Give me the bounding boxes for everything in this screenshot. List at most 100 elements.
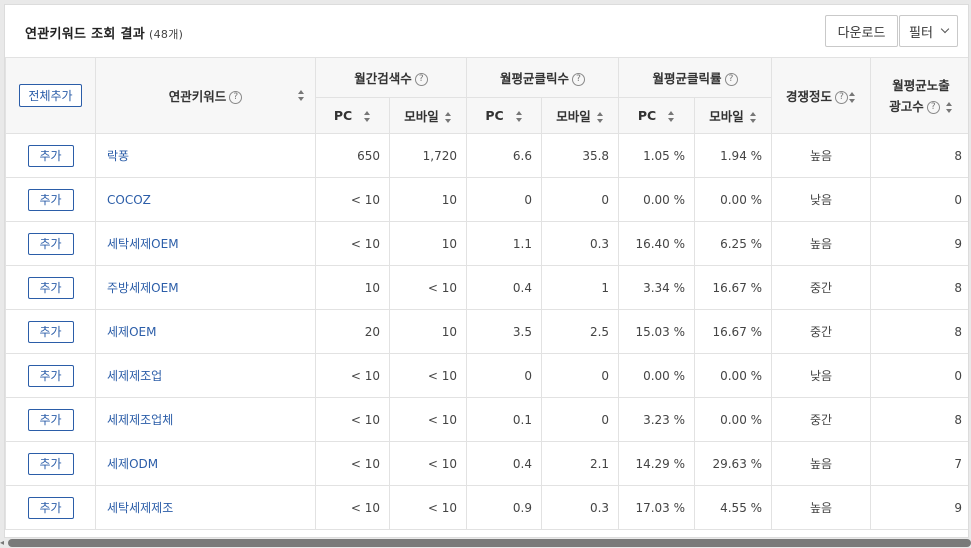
mobile-click-cell: 0 xyxy=(541,177,620,222)
mobile-ctr-cell: 0.00 % xyxy=(694,177,773,222)
pc-ctr-cell: 0.00 % xyxy=(618,353,696,398)
keyword-link[interactable]: 세제제조업체 xyxy=(95,397,316,442)
col-monthly-search-label: 월간검색수 xyxy=(354,71,412,86)
ads-count-cell: 9 xyxy=(870,221,968,266)
mobile-search-cell: < 10 xyxy=(388,441,468,486)
pc-click-cell: 0.4 xyxy=(466,265,543,310)
help-icon[interactable]: ? xyxy=(229,91,243,104)
ads-count-cell: 8 xyxy=(870,265,968,310)
mobile-search-cell: 1,720 xyxy=(388,133,468,178)
mobile-search-cell: < 10 xyxy=(388,265,468,310)
sort-icon[interactable] xyxy=(515,111,523,122)
col-avg-ads[interactable]: 월평균노출 광고수? xyxy=(870,57,968,134)
sort-icon[interactable] xyxy=(849,92,856,103)
keyword-table: 전체추가 연관키워드? 월간검색수? 월평균클릭수? 월평균클릭률? 경쟁정도? xyxy=(5,57,968,530)
pc-search-cell: 650 xyxy=(315,133,390,178)
table-row: 추가 세제OEM 20 10 3.5 2.5 15.03 % 16.67 % 중… xyxy=(5,309,968,354)
col-avg-ads-label-line1: 월평균노출 xyxy=(892,77,950,93)
col-keyword[interactable]: 연관키워드? xyxy=(95,57,316,134)
competition-cell: 낮음 xyxy=(771,177,872,222)
add-button[interactable]: 추가 xyxy=(27,496,74,519)
add-cell: 추가 xyxy=(5,485,96,530)
pc-search-cell: < 10 xyxy=(315,177,390,222)
add-button[interactable]: 추가 xyxy=(27,364,74,387)
sort-icon[interactable] xyxy=(444,112,452,123)
help-icon[interactable]: ? xyxy=(414,73,428,86)
mobile-click-cell: 0 xyxy=(541,353,620,398)
competition-cell: 높음 xyxy=(771,441,872,486)
col-mobile-label: 모바일 xyxy=(404,109,439,124)
pc-ctr-cell: 17.03 % xyxy=(618,485,696,530)
pc-search-cell: < 10 xyxy=(315,441,390,486)
help-icon[interactable]: ? xyxy=(835,91,849,104)
col-ctr-mobile[interactable]: 모바일 xyxy=(694,97,773,134)
add-button[interactable]: 추가 xyxy=(27,144,74,167)
pc-click-cell: 6.6 xyxy=(466,133,543,178)
help-icon[interactable]: ? xyxy=(724,73,738,86)
col-clicks-mobile[interactable]: 모바일 xyxy=(541,97,620,134)
competition-cell: 중간 xyxy=(771,309,872,354)
competition-cell: 높음 xyxy=(771,133,872,178)
add-button[interactable]: 추가 xyxy=(27,276,74,299)
add-button[interactable]: 추가 xyxy=(27,320,74,343)
keyword-link[interactable]: 세제ODM xyxy=(95,441,316,486)
sort-icon[interactable] xyxy=(749,112,757,123)
col-competition[interactable]: 경쟁정도? xyxy=(771,57,872,134)
pc-click-cell: 0.9 xyxy=(466,485,543,530)
keyword-link[interactable]: COCOZ xyxy=(95,177,316,222)
filter-label: 필터 xyxy=(909,25,933,41)
col-search-mobile[interactable]: 모바일 xyxy=(388,97,468,134)
ads-count-cell: 9 xyxy=(870,485,968,530)
col-search-pc[interactable]: PC xyxy=(315,97,390,134)
add-cell: 추가 xyxy=(5,309,96,354)
pc-click-cell: 1.1 xyxy=(466,221,543,266)
pc-ctr-cell: 14.29 % xyxy=(618,441,696,486)
keyword-link[interactable]: 세제OEM xyxy=(95,309,316,354)
competition-cell: 중간 xyxy=(771,265,872,310)
sort-icon[interactable] xyxy=(364,111,371,122)
col-clicks-pc[interactable]: PC xyxy=(466,97,543,134)
help-icon[interactable]: ? xyxy=(572,73,586,86)
mobile-click-cell: 0.3 xyxy=(541,221,620,266)
mobile-ctr-cell: 4.55 % xyxy=(694,485,773,530)
sort-icon[interactable] xyxy=(298,89,305,101)
sort-icon[interactable] xyxy=(596,112,604,123)
pc-click-cell: 3.5 xyxy=(466,309,543,354)
download-button[interactable]: 다운로드 xyxy=(825,15,898,47)
add-button[interactable]: 추가 xyxy=(27,232,74,255)
keyword-link[interactable]: 세탁세제제조 xyxy=(95,485,316,530)
help-icon[interactable]: ? xyxy=(926,100,940,114)
sort-icon[interactable] xyxy=(668,111,675,122)
download-label: 다운로드 xyxy=(837,25,886,41)
add-cell: 추가 xyxy=(5,265,96,310)
pc-search-cell: < 10 xyxy=(315,485,390,530)
keyword-link[interactable]: 세탁세제OEM xyxy=(95,221,316,266)
mobile-search-cell: < 10 xyxy=(388,485,468,530)
ads-count-cell: 8 xyxy=(870,309,968,354)
horizontal-scrollbar[interactable] xyxy=(8,539,971,547)
keyword-link[interactable]: 락퐁 xyxy=(95,133,316,178)
filter-dropdown-button[interactable]: 필터 xyxy=(899,15,958,47)
col-mobile-label: 모바일 xyxy=(709,109,744,124)
add-all-button[interactable]: 전체추가 xyxy=(19,84,82,107)
pc-ctr-cell: 16.40 % xyxy=(618,221,696,266)
col-ctr-pc[interactable]: PC xyxy=(618,97,696,134)
keyword-link[interactable]: 세제제조업 xyxy=(95,353,316,398)
pc-click-cell: 0 xyxy=(466,353,543,398)
add-button[interactable]: 추가 xyxy=(27,408,74,431)
competition-cell: 중간 xyxy=(771,397,872,442)
sort-icon[interactable] xyxy=(945,101,953,113)
results-title: 연관키워드 조회 결과 (48개) xyxy=(25,23,183,42)
mobile-ctr-cell: 16.67 % xyxy=(694,265,773,310)
table-row: 추가 세탁세제제조 < 10 < 10 0.9 0.3 17.03 % 4.55… xyxy=(5,485,968,530)
scroll-left-arrow-icon[interactable]: ◂ xyxy=(0,539,6,547)
keyword-link[interactable]: 주방세제OEM xyxy=(95,265,316,310)
pc-click-cell: 0.1 xyxy=(466,397,543,442)
add-button[interactable]: 추가 xyxy=(27,188,74,211)
add-cell: 추가 xyxy=(5,133,96,178)
results-header: 연관키워드 조회 결과 (48개) 다운로드 필터 xyxy=(5,5,968,57)
add-button[interactable]: 추가 xyxy=(27,452,74,475)
col-pc-label: PC xyxy=(637,108,657,123)
mobile-search-cell: 10 xyxy=(388,309,468,354)
mobile-click-cell: 2.5 xyxy=(541,309,620,354)
